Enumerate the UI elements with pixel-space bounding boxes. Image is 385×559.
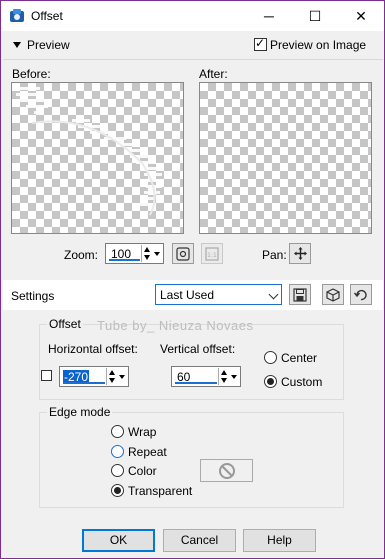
color-radio-label[interactable]: Color: [128, 464, 157, 478]
zoom-to-fit-button[interactable]: [172, 243, 194, 264]
vertical-offset-underline: [175, 382, 217, 384]
zoom-actual-size-button[interactable]: 1:1: [201, 243, 223, 264]
vertical-spin-arrows[interactable]: [218, 368, 229, 385]
after-preview[interactable]: [199, 82, 372, 234]
preset-combobox[interactable]: Last Used: [155, 284, 282, 305]
reset-button[interactable]: [350, 284, 372, 305]
offset-dialog: Offset ─ ☐ ✕ Preview Preview on Image Be…: [0, 0, 385, 559]
paint-shop-pro-icon: [10, 9, 24, 22]
actual-size-icon: 1:1: [205, 246, 219, 261]
preview-on-image-checkbox[interactable]: [254, 36, 267, 51]
color-radio[interactable]: [111, 464, 124, 477]
save-preset-icon: [293, 287, 307, 302]
no-color-icon: [218, 462, 235, 479]
reset-icon: [354, 289, 367, 300]
preview-toggle[interactable]: Preview: [27, 38, 70, 52]
before-image-fragment: [16, 87, 164, 216]
zoom-dropdown-arrow-icon[interactable]: [153, 245, 162, 262]
wrap-radio[interactable]: [111, 425, 124, 438]
minimize-icon: ─: [264, 8, 274, 24]
vertical-offset-label: Vertical offset:: [160, 342, 236, 356]
svg-text:1:1: 1:1: [207, 252, 217, 259]
maximize-button[interactable]: ☐: [292, 1, 338, 31]
maximize-icon: ☐: [308, 7, 322, 24]
preset-value[interactable]: Last Used: [160, 288, 214, 302]
pan-button[interactable]: [289, 243, 311, 264]
custom-radio-label[interactable]: Custom: [281, 375, 322, 389]
minimize-button[interactable]: ─: [246, 1, 292, 31]
edge-mode-group-title: Edge mode: [47, 405, 113, 419]
edge-color-swatch[interactable]: [200, 459, 253, 482]
transparent-radio[interactable]: [111, 484, 124, 497]
cancel-button[interactable]: Cancel: [163, 529, 236, 552]
horizontal-offset-spinner[interactable]: -270: [59, 366, 129, 387]
zoom-spinner[interactable]: 100: [105, 243, 164, 264]
after-label: After:: [199, 67, 228, 81]
preview-on-image-label[interactable]: Preview on Image: [270, 38, 366, 52]
chevron-down-icon[interactable]: [267, 285, 281, 304]
save-preset-button[interactable]: [289, 284, 311, 305]
center-radio[interactable]: [264, 351, 277, 364]
custom-radio[interactable]: [264, 375, 277, 388]
spin-down-icon[interactable]: [221, 378, 227, 383]
horizontal-dropdown-arrow-icon[interactable]: [118, 368, 127, 385]
window-title: Offset: [31, 9, 63, 23]
spin-down-icon[interactable]: [109, 378, 115, 383]
move-icon: [293, 247, 307, 260]
vertical-dropdown-arrow-icon[interactable]: [230, 368, 239, 385]
divider: [3, 59, 383, 60]
title-bar: Offset ─ ☐ ✕: [1, 1, 384, 31]
randomize-button[interactable]: [322, 284, 344, 305]
spin-up-icon[interactable]: [221, 370, 227, 375]
ok-button[interactable]: OK: [82, 529, 155, 552]
vertical-offset-spinner[interactable]: 60: [171, 366, 241, 387]
zoom-fit-icon: [176, 246, 190, 261]
settings-label: Settings: [11, 289, 55, 303]
spin-up-icon[interactable]: [109, 370, 115, 375]
repeat-radio[interactable]: [111, 445, 124, 458]
watermark-text: Tube by_ Nieuza Novaes: [97, 318, 254, 333]
zoom-value-underline: [109, 259, 140, 261]
center-radio-label[interactable]: Center: [281, 351, 317, 365]
horizontal-offset-label: Horizontal offset:: [48, 342, 138, 356]
horizontal-spin-arrows[interactable]: [106, 368, 117, 385]
spin-up-icon[interactable]: [144, 247, 150, 252]
spin-down-icon[interactable]: [144, 255, 150, 260]
before-label: Before:: [12, 67, 51, 81]
transparent-radio-label[interactable]: Transparent: [128, 484, 192, 498]
wrap-radio-label[interactable]: Wrap: [128, 425, 156, 439]
repeat-radio-label[interactable]: Repeat: [128, 445, 167, 459]
offset-group-title: Offset: [47, 317, 83, 331]
help-button[interactable]: Help: [243, 529, 316, 552]
close-button[interactable]: ✕: [338, 1, 384, 31]
close-icon: ✕: [355, 7, 367, 24]
zoom-spin-arrows[interactable]: [141, 245, 152, 262]
cube-icon: [326, 287, 340, 302]
before-preview[interactable]: [11, 82, 184, 234]
pan-label: Pan:: [262, 248, 287, 262]
horizontal-link-checkbox[interactable]: [41, 370, 52, 381]
horizontal-offset-underline: [63, 382, 105, 384]
collapse-triangle-icon[interactable]: [13, 42, 21, 48]
zoom-label: Zoom:: [64, 248, 99, 262]
